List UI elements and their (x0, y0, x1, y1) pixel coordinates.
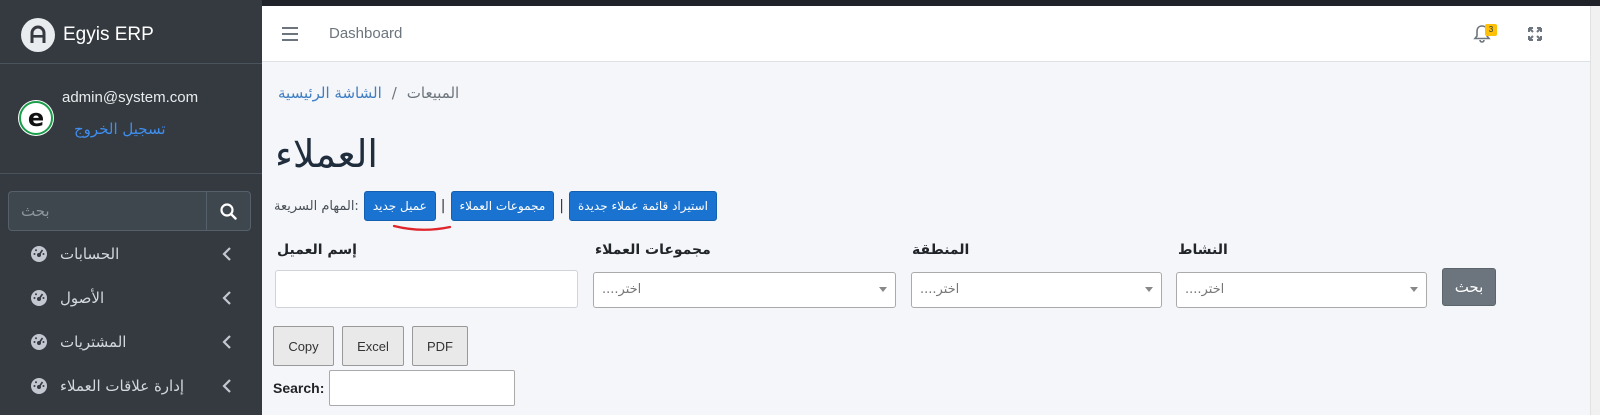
navbar-dashboard-link[interactable]: Dashboard (329, 25, 402, 42)
region-placeholder: اختر.... (920, 282, 960, 297)
notification-badge: 3 (1485, 24, 1497, 36)
activity-select[interactable]: اختر.... (1176, 272, 1427, 308)
svg-text:e: e (28, 104, 44, 132)
main-content: Dashboard 3 المبيعات / الشاشة الرئيسية ا… (262, 6, 1600, 415)
quick-tasks-separator: | (559, 198, 564, 214)
activity-label: النشاط (1178, 242, 1228, 258)
customer-groups-placeholder: اختر.... (602, 282, 642, 297)
gauge-icon (31, 246, 47, 262)
region-select[interactable]: اختر.... (911, 272, 1162, 308)
top-navbar: Dashboard 3 (262, 6, 1600, 62)
chevron-left-icon (222, 291, 231, 305)
customer-groups-button[interactable]: مجموعات العملاء (450, 191, 555, 221)
import-customers-button[interactable]: استيراد قائمة عملاء جديدة (569, 191, 718, 221)
sidebar: Egyis ERP e admin@system.com تسجيل الخرو… (0, 0, 262, 415)
dropdown-arrow-icon (879, 287, 887, 292)
gauge-icon (31, 378, 47, 394)
breadcrumb-current: المبيعات (406, 84, 460, 102)
brand-link[interactable]: Egyis ERP (0, 6, 262, 64)
chevron-left-icon (222, 247, 231, 261)
quick-tasks-bar: :المهام السريعة عميل جديد | مجموعات العم… (274, 191, 718, 221)
page-scrollbar[interactable] (1590, 6, 1600, 415)
sidebar-search-input[interactable] (8, 191, 206, 231)
sidebar-item-label: الحسابات (60, 245, 120, 263)
region-label: المنطقة (912, 242, 970, 258)
page-title: العملاء (275, 132, 378, 176)
gauge-icon (31, 290, 47, 306)
sidebar-search-button[interactable] (206, 191, 251, 231)
dropdown-arrow-icon (1410, 287, 1418, 292)
user-avatar[interactable]: e (18, 100, 54, 136)
sidebar-search (8, 191, 251, 231)
customer-groups-select[interactable]: اختر.... (593, 272, 896, 308)
breadcrumb-home-link[interactable]: الشاشة الرئيسية (278, 84, 382, 102)
sidebar-item-crm[interactable]: إدارة علاقات العملاء (0, 364, 262, 408)
user-email[interactable]: admin@system.com (62, 89, 198, 106)
sidebar-item-accounts[interactable]: الحسابات (0, 232, 262, 276)
dropdown-arrow-icon (1145, 287, 1153, 292)
fullscreen-icon[interactable] (1528, 27, 1542, 41)
customer-name-label: إسم العميل (277, 242, 357, 258)
table-search-input[interactable] (329, 370, 515, 406)
brand-logo-icon (21, 17, 55, 52)
sidebar-item-assets[interactable]: الأصول (0, 276, 262, 320)
activity-placeholder: اختر.... (1185, 282, 1225, 297)
customer-name-input[interactable] (275, 270, 578, 308)
excel-button[interactable]: Excel (342, 326, 404, 366)
hamburger-menu-icon[interactable] (282, 24, 298, 44)
user-panel: e admin@system.com تسجيل الخروج (0, 64, 262, 174)
breadcrumb-separator: / (391, 84, 397, 102)
brand-name: Egyis ERP (63, 23, 154, 45)
red-annotation-underline (392, 224, 452, 231)
copy-button[interactable]: Copy (273, 326, 334, 366)
filter-search-button[interactable]: بحث (1442, 268, 1496, 306)
gauge-icon (31, 334, 47, 350)
sidebar-item-label: المشتريات (60, 333, 127, 351)
pdf-button[interactable]: PDF (412, 326, 468, 366)
chevron-left-icon (222, 335, 231, 349)
breadcrumb: المبيعات / الشاشة الرئيسية (278, 84, 459, 102)
new-customer-button[interactable]: عميل جديد (363, 191, 436, 221)
quick-tasks-label: :المهام السريعة (274, 198, 359, 214)
sidebar-item-label: الأصول (60, 289, 105, 307)
logout-link[interactable]: تسجيل الخروج (74, 120, 166, 138)
chevron-left-icon (222, 379, 231, 393)
sidebar-item-label: إدارة علاقات العملاء (60, 377, 185, 395)
customer-groups-label: مجموعات العملاء (595, 242, 711, 258)
search-icon (220, 202, 237, 220)
table-search-label: Search: (273, 380, 325, 396)
sidebar-item-purchases[interactable]: المشتريات (0, 320, 262, 364)
quick-tasks-separator: | (440, 198, 446, 214)
